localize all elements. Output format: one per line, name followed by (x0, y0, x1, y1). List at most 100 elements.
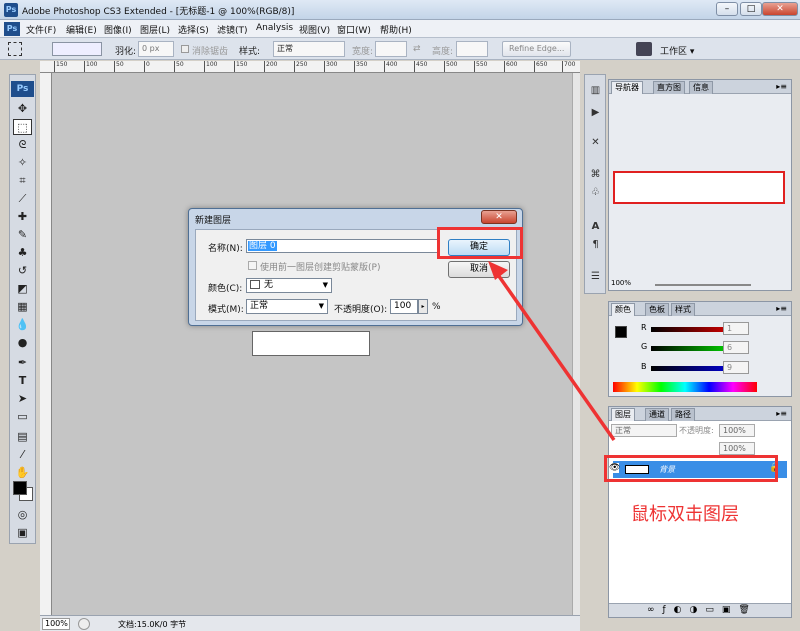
vertical-scrollbar[interactable] (572, 73, 580, 616)
panel-menu-icon[interactable]: ▸≡ (776, 304, 787, 313)
color-spectrum-bar[interactable] (613, 382, 757, 392)
feather-input[interactable]: 0 px (138, 41, 174, 57)
channel-r-value[interactable]: 1 (723, 322, 749, 335)
channel-b-label: B (641, 362, 647, 371)
eyedropper-icon[interactable]: ⁄ (13, 447, 32, 463)
tab-styles[interactable]: 样式 (671, 303, 695, 316)
tab-channels[interactable]: 通道 (645, 408, 669, 421)
menu-view[interactable]: 视图(V) (299, 23, 330, 36)
character-panel-icon[interactable]: A (588, 219, 603, 234)
brushes-panel-icon[interactable]: ⌘ (588, 167, 603, 182)
marquee-tool-icon[interactable]: ⬚ (13, 119, 32, 135)
ruler-tick: 700 (562, 61, 575, 72)
close-button[interactable]: ✕ (762, 2, 798, 16)
status-info-icon[interactable] (78, 618, 90, 630)
clip-mask-checkbox[interactable] (248, 261, 257, 270)
opacity-input[interactable]: 100 (390, 299, 418, 314)
tool-presets-icon[interactable]: ✕ (588, 135, 603, 150)
pen-tool-icon[interactable]: ✒ (13, 355, 32, 371)
crop-tool-icon[interactable]: ⌗ (13, 173, 32, 189)
healing-brush-icon[interactable]: ✚ (13, 209, 32, 225)
path-select-icon[interactable]: ➤ (13, 391, 32, 407)
tab-color[interactable]: 颜色 (611, 303, 635, 316)
menu-help[interactable]: 帮助(H) (380, 23, 412, 36)
navigator-zoom-slider[interactable] (655, 284, 751, 286)
screen-mode-icon[interactable]: ▣ (13, 525, 32, 541)
actions-panel-icon[interactable]: ▶ (588, 105, 603, 120)
bridge-icon[interactable] (636, 42, 652, 56)
antialias-checkbox[interactable] (181, 45, 189, 53)
zoom-field[interactable]: 100% (42, 618, 70, 630)
cancel-button[interactable]: 取消 (448, 261, 510, 278)
dialog-close-button[interactable]: ✕ (481, 210, 517, 224)
workspace-button[interactable]: 工作区 ▾ (660, 41, 694, 57)
lasso-tool-icon[interactable]: ᘓ (13, 137, 32, 153)
width-input[interactable] (375, 41, 407, 57)
history-panel-icon[interactable]: ▥ (588, 83, 603, 98)
type-tool-icon[interactable]: T (13, 373, 32, 389)
layer-highlight-box (604, 455, 778, 482)
layer-comps-icon[interactable]: ☰ (588, 269, 603, 284)
foreground-color-swatch[interactable] (13, 481, 27, 495)
tab-histogram[interactable]: 直方图 (653, 81, 685, 94)
document-canvas[interactable] (252, 331, 370, 356)
move-tool-icon[interactable]: ✥ (13, 101, 32, 117)
gradient-tool-icon[interactable]: ▦ (13, 299, 32, 315)
blend-mode-select[interactable]: 正常 (611, 424, 677, 437)
opacity-input[interactable]: 100% (719, 424, 755, 437)
stamp-tool-icon[interactable]: ♣ (13, 245, 32, 261)
quick-mask-icon[interactable]: ◎ (13, 507, 32, 523)
selection-mode-icons[interactable] (52, 42, 102, 56)
swap-icon[interactable]: ⇄ (413, 44, 421, 54)
blur-tool-icon[interactable]: 💧 (13, 317, 32, 333)
layer-action-icons[interactable]: ∞ƒ◐◑▭▣🗑 (647, 605, 758, 615)
ruler-tick: 50 (114, 61, 124, 72)
menu-filter[interactable]: 滤镜(T) (217, 23, 248, 36)
paragraph-panel-icon[interactable]: ¶ (588, 237, 603, 252)
color-fg-swatch[interactable] (615, 326, 627, 338)
tab-info[interactable]: 信息 (689, 81, 713, 94)
tab-swatches[interactable]: 色板 (645, 303, 669, 316)
tab-paths[interactable]: 路径 (671, 408, 695, 421)
toolbox: Ps ✥ ⬚ ᘓ ✧ ⌗ ⟋ ✚ ✎ ♣ ↺ ◩ ▦ 💧 ● ✒ T ➤ ▭ ▤… (9, 74, 36, 544)
style-select[interactable]: 正常 (273, 41, 345, 57)
menu-file[interactable]: 文件(F) (26, 23, 56, 36)
fill-input[interactable]: 100% (719, 442, 755, 455)
menu-analysis[interactable]: Analysis (256, 23, 293, 33)
menu-window[interactable]: 窗口(W) (337, 23, 371, 36)
menu-select[interactable]: 选择(S) (178, 23, 209, 36)
color-select-value: 无 (264, 280, 274, 290)
shape-tool-icon[interactable]: ▭ (13, 409, 32, 425)
opacity-dropdown-icon[interactable]: ▸ (418, 299, 428, 314)
color-swatch-icon (250, 280, 260, 289)
menu-layer[interactable]: 图层(L) (140, 23, 170, 36)
navigator-zoom[interactable]: 100% (611, 279, 631, 287)
slice-tool-icon[interactable]: ⟋ (13, 191, 32, 207)
channel-b-value[interactable]: 9 (723, 361, 749, 374)
layer-name-input[interactable]: 图层 0 (246, 239, 440, 253)
tab-layers[interactable]: 图层 (611, 408, 635, 421)
panel-menu-icon[interactable]: ▸≡ (776, 82, 787, 91)
color-select[interactable]: 无 ▼ (246, 278, 332, 293)
hand-tool-icon[interactable]: ✋ (13, 465, 32, 481)
notes-tool-icon[interactable]: ▤ (13, 429, 32, 445)
clone-source-icon[interactable]: ♧ (588, 185, 603, 200)
menu-image[interactable]: 图像(I) (104, 23, 132, 36)
marquee-tool-icon[interactable] (8, 42, 22, 56)
brush-tool-icon[interactable]: ✎ (13, 227, 32, 243)
navigator-thumbnail[interactable] (613, 171, 785, 204)
height-input[interactable] (456, 41, 488, 57)
tab-navigator[interactable]: 导航器 (611, 81, 643, 94)
magic-wand-icon[interactable]: ✧ (13, 155, 32, 171)
eraser-tool-icon[interactable]: ◩ (13, 281, 32, 297)
maximize-button[interactable]: □ (740, 2, 762, 16)
minimize-button[interactable]: – (716, 2, 738, 16)
dodge-tool-icon[interactable]: ● (13, 335, 32, 351)
panel-menu-icon[interactable]: ▸≡ (776, 409, 787, 418)
channel-g-label: G (641, 342, 648, 351)
refine-edge-button[interactable]: Refine Edge... (502, 41, 572, 57)
channel-g-value[interactable]: 6 (723, 341, 749, 354)
menu-edit[interactable]: 编辑(E) (66, 23, 97, 36)
mode-select[interactable]: 正常 ▼ (246, 299, 328, 314)
history-brush-icon[interactable]: ↺ (13, 263, 32, 279)
